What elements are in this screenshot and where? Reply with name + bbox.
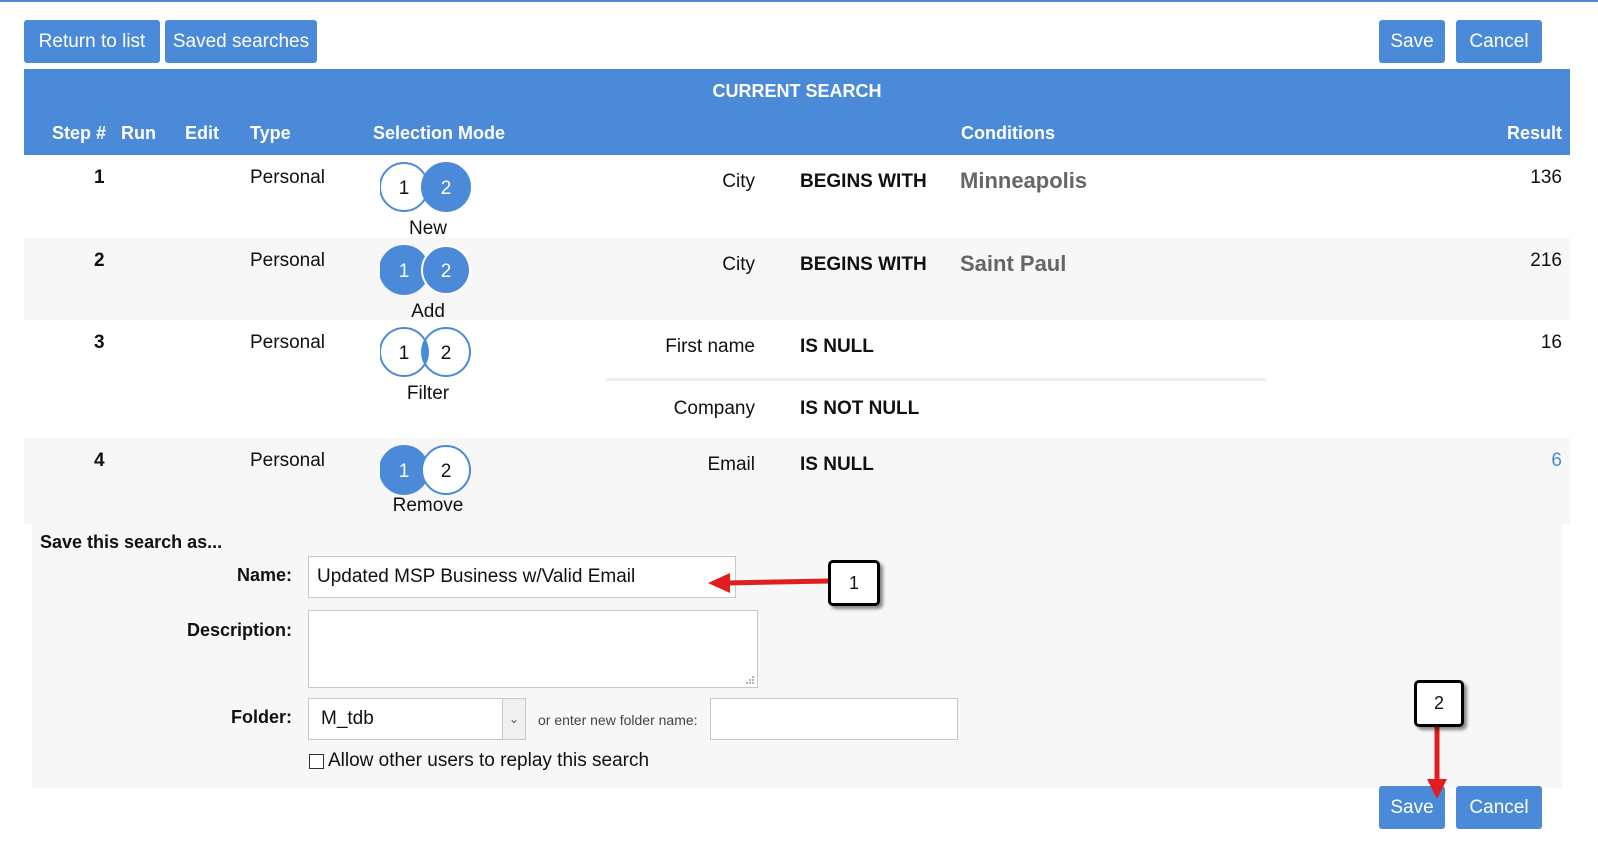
saved-searches-button[interactable]: Saved searches xyxy=(165,20,317,63)
save-search-panel: Save this search as... Name: Description… xyxy=(32,524,1562,788)
condition-field: City xyxy=(722,171,755,192)
row-result-link[interactable]: 6 xyxy=(1482,450,1562,472)
step-number: 4 xyxy=(94,450,105,471)
row-type: Personal xyxy=(250,250,325,271)
venn-left-number: 1 xyxy=(399,343,410,364)
condition-divider xyxy=(606,378,1266,381)
row-type: Personal xyxy=(250,167,325,188)
step-number: 2 xyxy=(94,250,105,271)
description-label: Description: xyxy=(186,620,292,640)
venn-left-number: 1 xyxy=(399,461,410,482)
annotation-callout-2: 2 xyxy=(1414,680,1464,727)
venn-left-number: 1 xyxy=(399,261,410,282)
name-label: Name: xyxy=(236,565,292,585)
col-selection-mode: Selection Mode xyxy=(373,123,506,143)
folder-select-value: M_tdb xyxy=(321,708,374,729)
venn-add-icon: 1 2 xyxy=(380,245,471,295)
resize-grip-icon[interactable] xyxy=(744,674,755,685)
condition-operator: BEGINS WITH xyxy=(800,254,927,275)
condition-operator: IS NULL xyxy=(800,336,874,357)
save-panel-heading: Save this search as... xyxy=(40,532,223,552)
table-title: CURRENT SEARCH xyxy=(712,81,882,101)
condition-operator: IS NOT NULL xyxy=(800,398,920,419)
cancel-button-bottom[interactable]: Cancel xyxy=(1456,786,1542,829)
venn-new-icon: 1 2 xyxy=(380,162,471,212)
folder-select[interactable]: M_tdb ⌄ xyxy=(308,698,526,740)
col-step: Step # xyxy=(52,123,107,143)
condition-value: Saint Paul xyxy=(960,251,1067,276)
table-row: 3 Personal 1 2 Filter First name IS NULL… xyxy=(24,320,1570,438)
row-result: 16 xyxy=(1540,332,1562,353)
table-row: 2 Personal 1 2 Add City BEGINS WITH Sain… xyxy=(24,238,1570,322)
col-type: Type xyxy=(250,123,291,143)
col-run: Run xyxy=(121,123,156,143)
condition-field: First name xyxy=(665,336,755,357)
return-to-list-button[interactable]: Return to list xyxy=(24,20,160,63)
col-result: Result xyxy=(1506,123,1562,143)
current-search-header: CURRENT SEARCH Step # Run Edit Type Sele… xyxy=(24,69,1570,155)
name-input[interactable] xyxy=(308,556,736,598)
row-type: Personal xyxy=(250,450,325,471)
condition-value: Minneapolis xyxy=(960,168,1088,193)
table-row: 4 Personal 1 2 Remove Email IS NULL 6 xyxy=(24,438,1570,524)
allow-replay-checkbox[interactable] xyxy=(309,754,324,769)
save-button-bottom[interactable]: Save xyxy=(1379,786,1445,829)
venn-remove-icon: 1 2 xyxy=(380,445,471,495)
venn-left-number: 1 xyxy=(399,178,410,199)
step-number: 1 xyxy=(94,167,105,188)
folder-label: Folder: xyxy=(231,707,292,727)
row-result: 216 xyxy=(1530,250,1562,271)
description-textarea[interactable] xyxy=(308,610,758,688)
row-type: Personal xyxy=(250,332,325,353)
col-edit: Edit xyxy=(185,123,219,143)
venn-right-number: 2 xyxy=(441,461,452,482)
venn-filter-icon: 1 2 xyxy=(380,327,471,377)
condition-field: City xyxy=(722,254,755,275)
top-border xyxy=(0,0,1598,2)
annotation-callout-1: 1 xyxy=(828,560,880,606)
condition-operator: IS NULL xyxy=(800,454,874,475)
venn-right-number: 2 xyxy=(441,261,452,282)
mode-label: Remove xyxy=(392,495,464,516)
table-row: 1 Personal 1 2 New City BEGINS WITH Minn… xyxy=(24,155,1570,239)
save-button-top[interactable]: Save xyxy=(1379,20,1445,63)
mode-label: Filter xyxy=(406,383,450,404)
allow-replay-label[interactable]: Allow other users to replay this search xyxy=(328,750,649,772)
condition-field: Email xyxy=(707,454,755,475)
new-folder-input[interactable] xyxy=(710,698,958,740)
mode-label: New xyxy=(408,218,447,239)
condition-field: Company xyxy=(673,398,755,419)
col-conditions: Conditions xyxy=(961,123,1055,143)
venn-right-number: 2 xyxy=(441,343,452,364)
chevron-down-icon[interactable]: ⌄ xyxy=(502,699,525,739)
new-folder-label: or enter new folder name: xyxy=(538,712,698,728)
cancel-button-top[interactable]: Cancel xyxy=(1456,20,1542,63)
row-result: 136 xyxy=(1530,167,1562,188)
venn-right-number: 2 xyxy=(441,178,452,199)
condition-operator: BEGINS WITH xyxy=(800,171,927,192)
step-number: 3 xyxy=(94,332,105,353)
